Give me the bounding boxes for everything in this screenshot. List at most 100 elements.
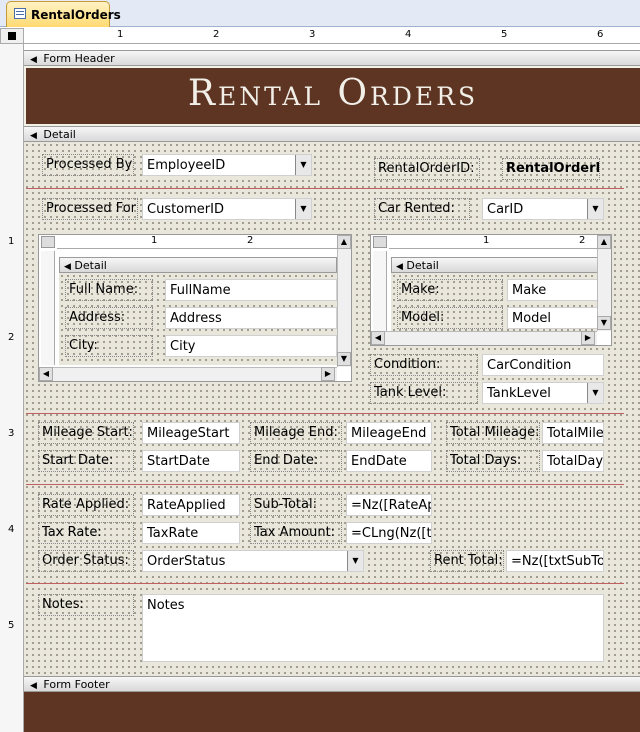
scroll-right-icon[interactable]: ▶ [321, 367, 335, 381]
scroll-right-icon[interactable]: ▶ [581, 331, 595, 345]
ruler-number: 6 [597, 29, 604, 40]
tank-level-label[interactable]: Tank Level: [370, 382, 478, 404]
mileage-end-label[interactable]: Mileage End: [250, 422, 342, 444]
subform-vertical-scrollbar[interactable]: ▲ ▼ [337, 235, 351, 367]
scroll-left-icon[interactable]: ◀ [371, 331, 385, 345]
condition-field[interactable]: CarCondition [482, 354, 604, 376]
separator-line [26, 188, 624, 189]
order-status-label[interactable]: Order Status: [38, 550, 134, 572]
section-arrow-icon: ◀ [30, 131, 37, 141]
ruler-number: 2 [579, 235, 586, 246]
scroll-up-icon[interactable]: ▲ [337, 235, 351, 249]
subform-horizontal-scrollbar[interactable]: ◀ ▶ [39, 367, 337, 381]
rent-total-field[interactable]: =Nz([txtSubTot [506, 550, 604, 572]
section-arrow-icon: ◀ [30, 55, 37, 65]
car-subform[interactable]: 1 2 ◀ Detail Make: Make Model: Model ▲ ▼… [370, 234, 612, 346]
start-date-label[interactable]: Start Date: [38, 450, 134, 472]
dropdown-arrow-icon[interactable]: ▼ [587, 383, 603, 403]
subform-corner[interactable] [41, 236, 55, 248]
form-header-section-bar[interactable]: ◀ Form Header [24, 50, 640, 66]
sub-total-field[interactable]: =Nz([RateApp [346, 494, 432, 516]
notes-field[interactable]: Notes [142, 594, 604, 662]
vertical-ruler[interactable]: 1 2 3 4 5 [0, 44, 24, 732]
rate-applied-field[interactable]: RateApplied [142, 494, 240, 516]
tax-amount-label[interactable]: Tax Amount: [250, 522, 342, 544]
ruler-number: 4 [405, 29, 412, 40]
form-title[interactable]: Rental Orders [26, 66, 640, 122]
subform-corner[interactable] [373, 236, 387, 248]
processed-for-label[interactable]: Processed For: [42, 198, 138, 220]
address-label[interactable]: Address: [65, 307, 153, 329]
order-status-value: OrderStatus [147, 554, 226, 569]
horizontal-ruler[interactable]: 1 2 3 4 5 6 [24, 28, 640, 44]
sub-total-label[interactable]: Sub-Total: [250, 494, 342, 516]
processed-by-combo[interactable]: EmployeeID ▼ [142, 154, 312, 176]
subform-horizontal-scrollbar[interactable]: ◀ ▶ [371, 331, 597, 345]
mileage-start-field[interactable]: MileageStart [142, 422, 240, 444]
city-field[interactable]: City [165, 335, 337, 357]
full-name-field[interactable]: FullName [165, 279, 337, 301]
mileage-end-field[interactable]: MileageEnd [346, 422, 432, 444]
subform-detail-bar[interactable]: ◀ Detail [59, 257, 337, 273]
tab-label: RentalOrders [31, 8, 121, 22]
rental-order-id-field[interactable]: RentalOrderID [502, 158, 600, 180]
separator-line [26, 583, 624, 584]
subform-detail-bar[interactable]: ◀ Detail [391, 257, 599, 273]
dropdown-arrow-icon[interactable]: ▼ [295, 155, 311, 175]
end-date-label[interactable]: End Date: [250, 450, 342, 472]
total-days-field[interactable]: TotalDays [542, 450, 604, 472]
make-field[interactable]: Make [507, 279, 599, 301]
model-field[interactable]: Model [507, 307, 599, 329]
full-name-label[interactable]: Full Name: [65, 279, 153, 301]
tax-rate-field[interactable]: TaxRate [142, 522, 240, 544]
notes-label[interactable]: Notes: [38, 594, 134, 616]
scroll-up-icon[interactable]: ▲ [597, 235, 611, 249]
subform-vertical-scrollbar[interactable]: ▲ ▼ [597, 235, 611, 331]
section-arrow-icon: ◀ [64, 262, 71, 272]
tax-amount-field[interactable]: =CLng(Nz([txt [346, 522, 432, 544]
dropdown-arrow-icon[interactable]: ▼ [587, 199, 603, 219]
tax-rate-label[interactable]: Tax Rate: [38, 522, 134, 544]
make-label[interactable]: Make: [397, 279, 503, 301]
city-label[interactable]: City: [65, 335, 153, 357]
form-selector-icon[interactable] [8, 32, 16, 40]
scroll-down-icon[interactable]: ▼ [337, 352, 351, 366]
total-days-label[interactable]: Total Days: [446, 450, 540, 472]
subform-ruler[interactable]: 1 2 [57, 235, 337, 249]
customer-subform[interactable]: 1 2 ◀ Detail Full Name: FullName Address… [38, 234, 352, 382]
scroll-down-icon[interactable]: ▼ [597, 316, 611, 330]
total-mileage-field[interactable]: TotalMile [542, 422, 604, 444]
address-field[interactable]: Address [165, 307, 337, 329]
mileage-start-label[interactable]: Mileage Start: [38, 422, 134, 444]
rent-total-label[interactable]: Rent Total: [430, 550, 504, 572]
ruler-number: 1 [483, 235, 490, 246]
subform-vertical-ruler[interactable] [41, 251, 55, 365]
processed-by-label[interactable]: Processed By: [42, 154, 134, 176]
scroll-left-icon[interactable]: ◀ [39, 367, 53, 381]
subform-vertical-ruler[interactable] [373, 251, 387, 331]
car-rented-label[interactable]: Car Rented: [374, 198, 470, 220]
end-date-field[interactable]: EndDate [346, 450, 432, 472]
rate-applied-label[interactable]: Rate Applied: [38, 494, 134, 516]
total-mileage-label[interactable]: Total Mileage: [446, 422, 540, 444]
form-footer-section-bar[interactable]: ◀ Form Footer [24, 676, 640, 692]
rental-order-id-label[interactable]: RentalOrderID: [374, 158, 480, 180]
processed-for-combo[interactable]: CustomerID ▼ [142, 198, 312, 220]
section-label: Detail [43, 128, 76, 141]
form-footer-area[interactable] [24, 692, 640, 732]
start-date-field[interactable]: StartDate [142, 450, 240, 472]
tank-level-combo[interactable]: TankLevel ▼ [482, 382, 604, 404]
dropdown-arrow-icon[interactable]: ▼ [295, 199, 311, 219]
section-label: Form Footer [43, 678, 110, 691]
ruler-number: 1 [151, 235, 158, 246]
condition-label[interactable]: Condition: [370, 354, 478, 376]
subform-ruler[interactable]: 1 2 [389, 235, 599, 249]
dropdown-arrow-icon[interactable]: ▼ [347, 551, 363, 571]
ruler-number: 1 [117, 29, 124, 40]
tab-rental-orders[interactable]: RentalOrders [6, 1, 121, 27]
model-label[interactable]: Model: [397, 307, 503, 329]
car-rented-combo[interactable]: CarID ▼ [482, 198, 604, 220]
detail-section-bar[interactable]: ◀ Detail [24, 126, 640, 142]
ruler-number: 2 [213, 29, 220, 40]
order-status-combo[interactable]: OrderStatus ▼ [142, 550, 364, 572]
